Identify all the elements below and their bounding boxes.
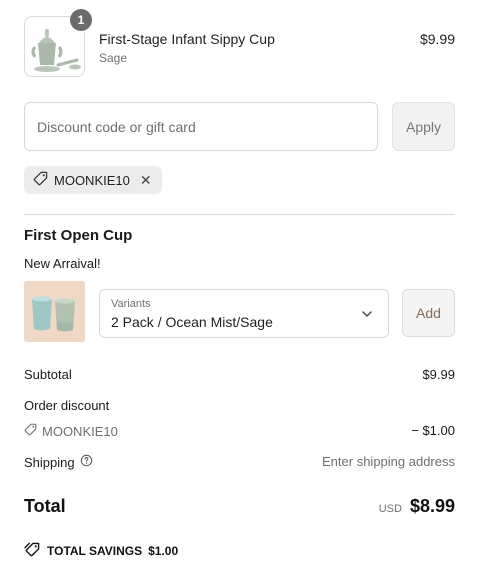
discount-code-input[interactable] xyxy=(24,102,378,151)
upsell-product-image xyxy=(24,281,85,342)
discount-value: − $1.00 xyxy=(411,423,455,438)
shipping-label: Shipping xyxy=(24,454,75,470)
info-icon[interactable] xyxy=(80,454,93,470)
tag-icon xyxy=(33,171,48,189)
upsell-title: First Open Cup xyxy=(24,227,133,244)
total-amount-group: USD $8.99 xyxy=(379,496,455,517)
quantity-badge: 1 xyxy=(70,9,92,31)
savings-label: TOTAL SAVINGS xyxy=(47,544,143,558)
product-variant: Sage xyxy=(99,51,128,65)
tag-icon xyxy=(24,423,37,439)
total-savings: TOTAL SAVINGS $1.00 xyxy=(24,542,178,560)
discount-code-row: MOONKIE10 xyxy=(24,423,118,439)
chevron-down-icon xyxy=(362,311,372,317)
shipping-row: Shipping xyxy=(24,454,93,470)
savings-tag-icon xyxy=(24,542,41,560)
total-label: Total xyxy=(24,496,66,516)
applied-code-label: MOONKIE10 xyxy=(54,172,130,188)
add-upsell-button[interactable]: Add xyxy=(402,289,455,337)
subtotal-value: $9.99 xyxy=(422,367,455,382)
product-price: $9.99 xyxy=(419,31,455,47)
currency-code: USD xyxy=(378,503,402,515)
upsell-subtitle: New Arraival! xyxy=(24,256,101,271)
variant-select[interactable]: Variants 2 Pack / Ocean Mist/Sage xyxy=(99,289,389,338)
variants-label: Variants xyxy=(111,298,151,310)
discount-code-label: MOONKIE10 xyxy=(42,423,118,439)
product-title: First-Stage Infant Sippy Cup xyxy=(99,31,275,47)
applied-discount-chip: MOONKIE10 ✕ xyxy=(24,166,162,194)
section-divider xyxy=(24,214,455,215)
savings-value: $1.00 xyxy=(148,544,179,558)
close-icon[interactable]: ✕ xyxy=(140,173,152,187)
shipping-value: Enter shipping address xyxy=(322,454,455,469)
apply-button[interactable]: Apply xyxy=(392,102,455,151)
order-discount-label: Order discount xyxy=(24,398,110,413)
selected-variant: 2 Pack / Ocean Mist/Sage xyxy=(111,314,273,330)
subtotal-label: Subtotal xyxy=(24,367,72,382)
total-value: $8.99 xyxy=(409,496,455,516)
